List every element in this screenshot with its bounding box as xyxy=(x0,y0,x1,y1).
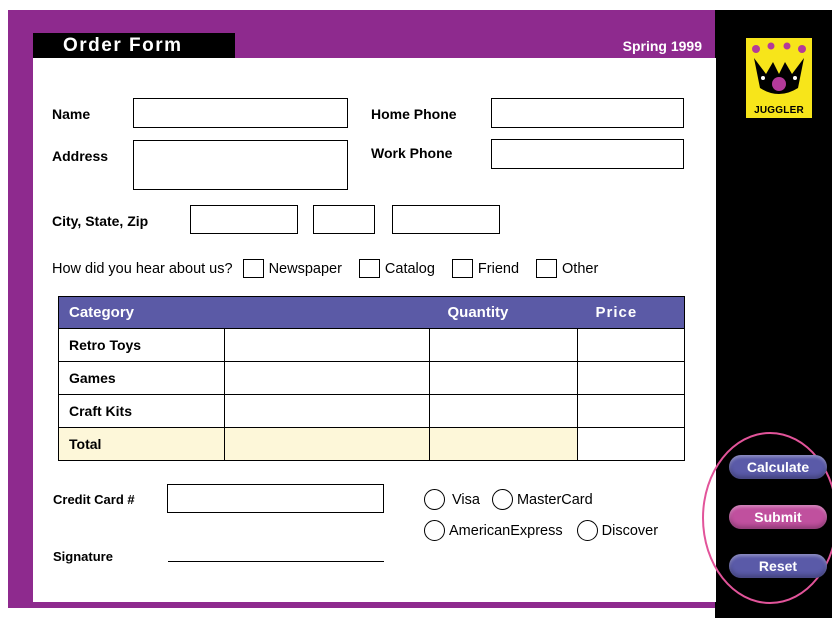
discover-option[interactable]: Discover xyxy=(576,520,659,541)
price-cell xyxy=(577,328,685,362)
description-cell[interactable] xyxy=(224,361,430,395)
newspaper-label: Newspaper xyxy=(268,260,342,277)
other-label: Other xyxy=(562,260,599,277)
home-phone-input[interactable] xyxy=(491,98,684,128)
referral-option-newspaper[interactable]: Newspaper xyxy=(242,259,342,278)
friend-checkbox[interactable] xyxy=(451,259,473,278)
referral-question-label: How did you hear about us? xyxy=(52,260,233,277)
order-table: Category Quantity Price Retro Toys Games… xyxy=(58,296,685,461)
home-phone-label: Home Phone xyxy=(371,106,457,122)
newspaper-checkbox[interactable] xyxy=(242,259,264,278)
jester-crown-icon xyxy=(752,42,806,94)
total-quantity-cell xyxy=(429,427,578,461)
amex-radio[interactable] xyxy=(424,520,445,541)
city-input[interactable] xyxy=(190,205,298,234)
zip-input[interactable] xyxy=(392,205,500,234)
credit-card-label: Credit Card # xyxy=(53,492,135,507)
work-phone-label: Work Phone xyxy=(371,145,453,161)
total-description-cell xyxy=(224,427,430,461)
total-price-cell xyxy=(577,427,685,461)
friend-label: Friend xyxy=(477,260,520,277)
quantity-header: Quantity xyxy=(429,296,578,329)
price-cell xyxy=(577,361,685,395)
referral-option-catalog[interactable]: Catalog xyxy=(358,259,435,278)
work-phone-input[interactable] xyxy=(491,139,684,169)
season-label: Spring 1999 xyxy=(622,38,702,54)
card-type-group: Visa MasterCard AmericanExpress Discover xyxy=(424,487,658,549)
category-cell: Craft Kits xyxy=(58,394,225,428)
total-label: Total xyxy=(58,427,225,461)
signature-label: Signature xyxy=(53,549,113,564)
category-header: Category xyxy=(58,296,430,329)
total-row: Total xyxy=(58,427,685,461)
referral-option-friend[interactable]: Friend xyxy=(451,259,520,278)
price-header: Price xyxy=(577,296,685,329)
referral-option-other[interactable]: Other xyxy=(536,259,598,278)
category-cell: Retro Toys xyxy=(58,328,225,362)
quantity-cell[interactable] xyxy=(429,361,578,395)
discover-radio[interactable] xyxy=(576,520,598,541)
mastercard-radio[interactable] xyxy=(491,489,513,510)
table-row: Games xyxy=(58,361,685,395)
visa-radio[interactable] xyxy=(424,489,445,510)
state-input[interactable] xyxy=(313,205,375,234)
credit-card-input[interactable] xyxy=(167,484,384,513)
table-row: Craft Kits xyxy=(58,394,685,428)
address-label: Address xyxy=(52,148,109,164)
amex-label: AmericanExpress xyxy=(449,522,563,539)
signature-line[interactable] xyxy=(168,561,384,562)
card-type-row: Visa MasterCard xyxy=(424,487,658,512)
description-cell[interactable] xyxy=(224,328,430,362)
submit-button[interactable]: Submit xyxy=(729,505,827,529)
mastercard-option[interactable]: MasterCard xyxy=(491,489,593,510)
city-state-zip-label: City, State, Zip xyxy=(52,213,149,229)
table-header-row: Category Quantity Price xyxy=(58,296,685,329)
page-title: Order Form xyxy=(33,33,235,58)
name-input[interactable] xyxy=(133,98,348,128)
other-checkbox[interactable] xyxy=(536,259,558,278)
mastercard-label: MasterCard xyxy=(516,491,593,508)
name-label: Name xyxy=(52,106,91,122)
description-cell[interactable] xyxy=(224,394,430,428)
visa-label: Visa xyxy=(452,491,480,508)
quantity-cell[interactable] xyxy=(429,328,578,362)
price-cell xyxy=(577,394,685,428)
calculate-button[interactable]: Calculate xyxy=(729,455,827,479)
table-row: Retro Toys xyxy=(58,328,685,362)
quantity-cell[interactable] xyxy=(429,394,578,428)
juggler-logo: JUGGLER xyxy=(746,38,812,118)
amex-option[interactable]: AmericanExpress xyxy=(424,520,563,541)
category-cell: Games xyxy=(58,361,225,395)
referral-question: How did you hear about us? Newspaper Cat… xyxy=(52,259,598,278)
catalog-checkbox[interactable] xyxy=(358,259,380,278)
address-input[interactable] xyxy=(133,140,348,190)
catalog-label: Catalog xyxy=(384,260,435,277)
card-type-row: AmericanExpress Discover xyxy=(424,518,658,543)
logo-text: JUGGLER xyxy=(754,105,804,116)
discover-label: Discover xyxy=(601,522,659,539)
visa-option[interactable]: Visa xyxy=(424,489,480,510)
reset-button[interactable]: Reset xyxy=(729,554,827,578)
